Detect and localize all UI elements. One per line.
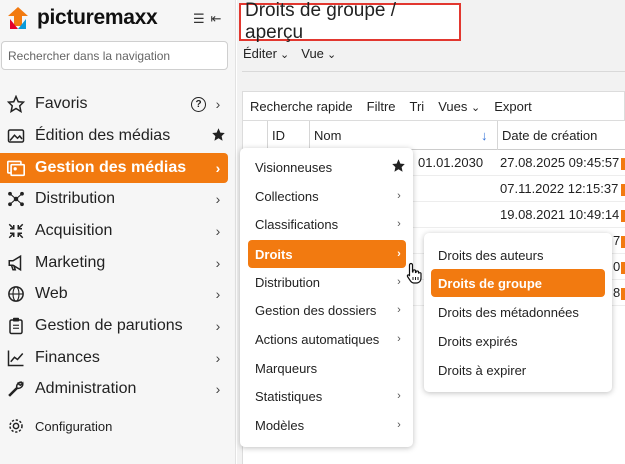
favorite-star-icon[interactable] xyxy=(208,127,228,145)
select-column-header[interactable] xyxy=(243,121,267,150)
sidebar-item-acquisition[interactable]: Acquisition › xyxy=(0,216,228,246)
chevron-right-icon: › xyxy=(397,218,401,230)
toolbar-secondary: Recherche rapide Filtre Tri Vues ⌄ Expor… xyxy=(242,91,625,121)
sidebar: picturemaxx ☰ ⇤ Favoris ? › Édition des … xyxy=(0,0,236,464)
chevron-right-icon: › xyxy=(215,318,221,334)
sidebar-item-edition-medias[interactable]: Édition des médias xyxy=(0,121,228,151)
column-header-nom[interactable]: Nom xyxy=(309,121,497,150)
sort-descending-icon[interactable]: ↓ xyxy=(481,128,488,143)
chart-line-icon xyxy=(6,348,26,368)
submenu-item-droits-metadonnees[interactable]: Droits des métadonnées xyxy=(431,298,605,326)
submenu-item-modeles[interactable]: Modèles › xyxy=(248,411,406,439)
sidebar-item-web[interactable]: Web › xyxy=(0,279,228,309)
submenu-item-actions-automatiques[interactable]: Actions automatiques › xyxy=(248,325,406,353)
sidebar-item-marketing[interactable]: Marketing › xyxy=(0,248,228,278)
favorite-star-icon[interactable] xyxy=(391,158,406,177)
row-status-marker xyxy=(621,288,625,300)
page-title: Droits de groupe / aperçu xyxy=(239,0,461,43)
row-status-marker xyxy=(621,184,625,196)
quick-search-button[interactable]: Recherche rapide xyxy=(250,99,353,114)
chevron-right-icon: › xyxy=(215,286,221,302)
sidebar-item-configuration[interactable]: Configuration xyxy=(0,411,228,441)
row-status-marker xyxy=(621,158,625,170)
submenu-item-droits-expires[interactable]: Droits expirés xyxy=(431,327,605,355)
chevron-right-icon: › xyxy=(215,223,221,239)
star-outline-icon xyxy=(6,94,26,114)
distribution-icon xyxy=(6,189,26,209)
logo-mark-icon xyxy=(6,6,30,30)
column-header-id[interactable]: ID xyxy=(267,121,309,150)
submenu-item-visionneuses[interactable]: Visionneuses xyxy=(248,153,406,181)
table-header: ID Nom Date de création xyxy=(243,121,625,150)
submenu-item-droits-auteurs[interactable]: Droits des auteurs xyxy=(431,241,605,269)
chevron-right-icon: › xyxy=(397,248,401,260)
row-status-marker xyxy=(621,210,625,222)
chevron-right-icon: › xyxy=(215,160,221,176)
clipboard-icon xyxy=(6,316,26,336)
chevron-right-icon: › xyxy=(215,381,221,397)
submenu-item-distribution[interactable]: Distribution › xyxy=(248,268,406,296)
sidebar-item-distribution[interactable]: Distribution › xyxy=(0,184,228,214)
image-edit-icon xyxy=(6,126,26,146)
chevron-right-icon: › xyxy=(397,333,401,345)
navigation-search-input[interactable] xyxy=(1,41,228,70)
submenu-item-collections[interactable]: Collections › xyxy=(248,182,406,210)
chevron-right-icon: › xyxy=(397,276,401,288)
help-icon[interactable]: ? xyxy=(191,96,206,112)
chevron-down-icon: ⌄ xyxy=(470,101,481,114)
media-management-icon xyxy=(6,158,26,178)
chevron-right-icon: › xyxy=(215,350,221,366)
chevron-right-icon: › xyxy=(215,255,221,271)
views-button[interactable]: Vues ⌄ xyxy=(438,99,480,114)
chevron-right-icon: › xyxy=(215,191,221,207)
sort-button[interactable]: Tri xyxy=(410,99,425,114)
hand-pointer-cursor-icon xyxy=(406,262,422,284)
chevron-right-icon: › xyxy=(397,419,401,431)
filter-button[interactable]: Filtre xyxy=(367,99,396,114)
megaphone-icon xyxy=(6,253,26,273)
view-menu-button[interactable]: Vue xyxy=(301,46,336,61)
toolbar-divider xyxy=(242,71,625,72)
wrench-icon xyxy=(6,379,26,399)
globe-icon xyxy=(6,284,26,304)
collapse-sidebar-icon[interactable]: ⇤ xyxy=(211,11,222,27)
acquisition-icon xyxy=(6,221,26,241)
sidebar-item-favoris[interactable]: Favoris ? › xyxy=(0,89,228,119)
submenu-item-droits-groupe[interactable]: Droits de groupe xyxy=(431,269,605,297)
chevron-right-icon: › xyxy=(397,304,401,316)
submenu-item-gestion-dossiers[interactable]: Gestion des dossiers › xyxy=(248,296,406,324)
app-name: picturemaxx xyxy=(37,6,158,29)
sidebar-item-administration[interactable]: Administration › xyxy=(0,374,228,404)
list-menu-icon[interactable]: ☰ xyxy=(193,11,205,27)
toolbar-primary: Éditer Vue xyxy=(243,46,336,61)
chevron-right-icon: › xyxy=(397,390,401,402)
chevron-right-icon: › xyxy=(397,190,401,202)
submenu-item-marqueurs[interactable]: Marqueurs xyxy=(248,354,406,382)
submenu-item-classifications[interactable]: Classifications › xyxy=(248,210,406,238)
sidebar-item-gestion-parutions[interactable]: Gestion de parutions › xyxy=(0,311,228,341)
chevron-right-icon: › xyxy=(215,96,221,112)
sidebar-item-finances[interactable]: Finances › xyxy=(0,343,228,373)
submenu-item-droits-a-expirer[interactable]: Droits à expirer xyxy=(431,356,605,384)
export-button[interactable]: Export xyxy=(494,99,532,114)
sidebar-item-gestion-medias[interactable]: Gestion des médias › xyxy=(0,153,228,183)
row-status-marker xyxy=(621,262,625,274)
column-header-date-creation[interactable]: Date de création xyxy=(497,121,625,150)
rights-submenu: Droits des auteurs Droits de groupe Droi… xyxy=(424,233,612,392)
gear-icon xyxy=(6,416,26,436)
submenu-item-droits[interactable]: Droits › xyxy=(248,240,406,268)
row-status-marker xyxy=(621,236,625,248)
edit-menu-button[interactable]: Éditer xyxy=(243,46,289,61)
app-logo[interactable]: picturemaxx xyxy=(6,6,158,30)
submenu-item-statistiques[interactable]: Statistiques › xyxy=(248,382,406,410)
media-management-submenu: Visionneuses Collections › Classificatio… xyxy=(240,148,413,447)
